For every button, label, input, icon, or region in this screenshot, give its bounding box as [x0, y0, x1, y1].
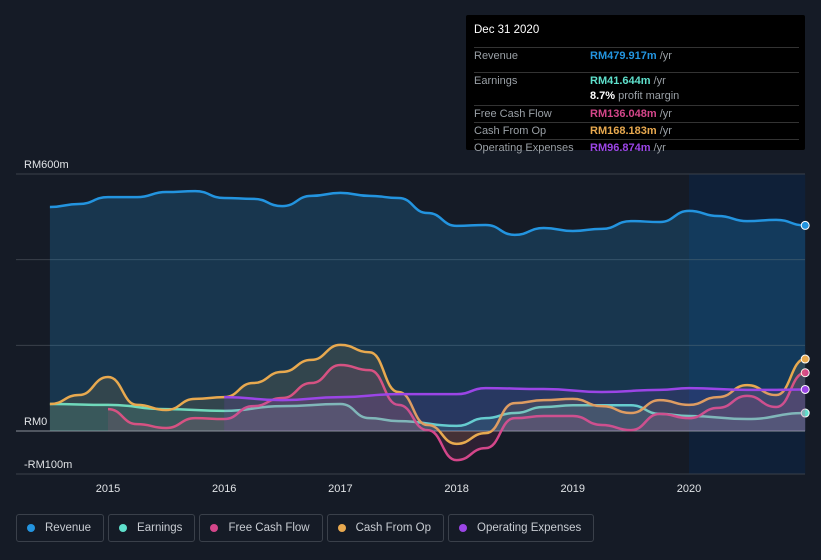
- tooltip-label: Cash From Op: [474, 125, 547, 137]
- legend-item-revenue[interactable]: Revenue: [16, 514, 105, 542]
- cash-from-op-end-point: [800, 354, 810, 364]
- legend-label: Revenue: [45, 522, 92, 534]
- value: RM41.644m: [590, 75, 651, 87]
- tooltip-value: 8.7% profit margin: [590, 88, 679, 104]
- unit: /yr: [656, 108, 672, 120]
- tooltip-row: 8.7% profit margin: [474, 88, 799, 104]
- x-tick-label: 2017: [328, 483, 352, 495]
- unit: profit margin: [615, 90, 680, 102]
- unit: /yr: [656, 50, 672, 62]
- value: RM96.874m: [590, 142, 651, 154]
- unit: /yr: [656, 125, 672, 137]
- legend-label: Operating Expenses: [477, 522, 582, 534]
- tooltip-value: RM96.874m /yr: [590, 140, 666, 156]
- legend-item-free-cash-flow[interactable]: Free Cash Flow: [199, 514, 323, 542]
- x-tick-label: 2015: [96, 483, 120, 495]
- tooltip-label: Revenue: [474, 50, 519, 62]
- tooltip-row: Operating Expenses RM96.874m /yr: [474, 139, 799, 156]
- y-tick-label: RM0: [24, 416, 47, 428]
- legend-label: Cash From Op: [355, 522, 432, 534]
- value: RM168.183m: [590, 125, 657, 137]
- unit: /yr: [650, 75, 666, 87]
- legend-dot-icon: [459, 524, 468, 532]
- tooltip-label: Earnings: [474, 75, 518, 87]
- y-tick-label: RM600m: [24, 159, 69, 171]
- tooltip-row: Free Cash Flow RM136.048m /yr: [474, 105, 799, 122]
- tooltip-value: RM41.644m /yr: [590, 73, 666, 89]
- x-tick-label: 2020: [677, 483, 701, 495]
- legend-dot-icon: [119, 524, 128, 532]
- tooltip-row: Earnings RM41.644m /yr: [474, 72, 799, 89]
- unit: /yr: [650, 142, 666, 154]
- legend-item-cash-from-op[interactable]: Cash From Op: [326, 514, 445, 542]
- tooltip-row: Cash From Op RM168.183m /yr: [474, 122, 799, 139]
- legend-dot-icon: [27, 524, 35, 532]
- legend-dot-icon: [210, 524, 219, 532]
- operating-expenses-end-point: [800, 384, 810, 394]
- value: RM479.917m: [590, 50, 657, 62]
- x-tick-label: 2018: [444, 483, 468, 495]
- revenue-end-point: [800, 220, 810, 230]
- x-tick-label: 2016: [212, 483, 236, 495]
- tooltip-label: Free Cash Flow: [474, 108, 552, 120]
- tooltip: Dec 31 2020 Revenue RM479.917m /yr Earning…: [466, 15, 805, 154]
- tooltip-value: RM479.917m /yr: [590, 48, 672, 64]
- tooltip-date: Dec 31 2020: [474, 24, 540, 36]
- legend: Revenue Earnings Free Cash Flow Cash From O…: [16, 514, 595, 542]
- legend-dot-icon: [337, 524, 346, 532]
- value: RM136.048m: [590, 108, 657, 120]
- legend-label: Free Cash Flow: [228, 522, 310, 534]
- tooltip-row: Revenue RM479.917m /yr: [474, 47, 799, 64]
- tooltip-value: RM168.183m /yr: [590, 123, 672, 139]
- y-tick-label: -RM100m: [24, 459, 72, 471]
- value: 8.7%: [590, 90, 616, 102]
- tooltip-label: Operating Expenses: [474, 142, 574, 154]
- tooltip-value: RM136.048m /yr: [590, 106, 672, 122]
- legend-item-operating-expenses[interactable]: Operating Expenses: [448, 514, 595, 542]
- legend-label: Earnings: [137, 522, 183, 534]
- x-tick-label: 2019: [561, 483, 585, 495]
- legend-item-earnings[interactable]: Earnings: [108, 514, 196, 542]
